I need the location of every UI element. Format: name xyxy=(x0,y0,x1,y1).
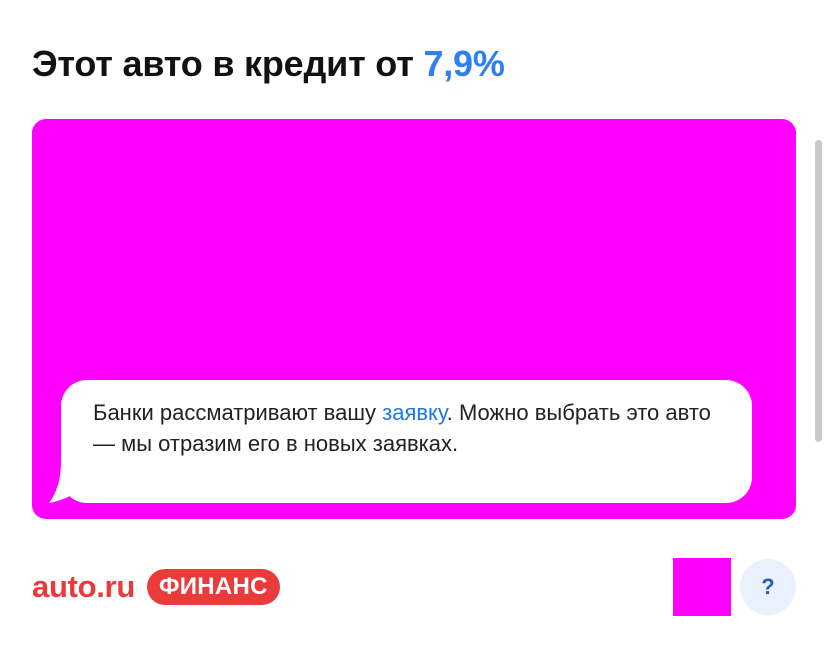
message-before-link: Банки рассматривают вашу xyxy=(93,400,383,425)
help-button[interactable]: ? xyxy=(740,559,796,615)
action-button[interactable] xyxy=(673,558,731,616)
application-link[interactable]: заявку xyxy=(382,400,447,425)
credit-rate: 7,9% xyxy=(423,43,505,84)
page-title: Этот авто в кредит от 7,9% xyxy=(32,40,505,88)
title-prefix: Этот авто в кредит от xyxy=(32,43,414,84)
credit-banner: Банки рассматривают вашу заявку. Можно в… xyxy=(32,119,796,519)
message-bubble: Банки рассматривают вашу заявку. Можно в… xyxy=(61,380,752,503)
brand-badge: ФИНАНС xyxy=(146,569,280,605)
scrollbar[interactable] xyxy=(815,140,822,442)
question-mark-icon: ? xyxy=(761,574,775,599)
auto-ru-finance-logo: auto.ru ФИНАНС xyxy=(32,567,280,607)
brand-name: auto.ru xyxy=(32,569,135,604)
